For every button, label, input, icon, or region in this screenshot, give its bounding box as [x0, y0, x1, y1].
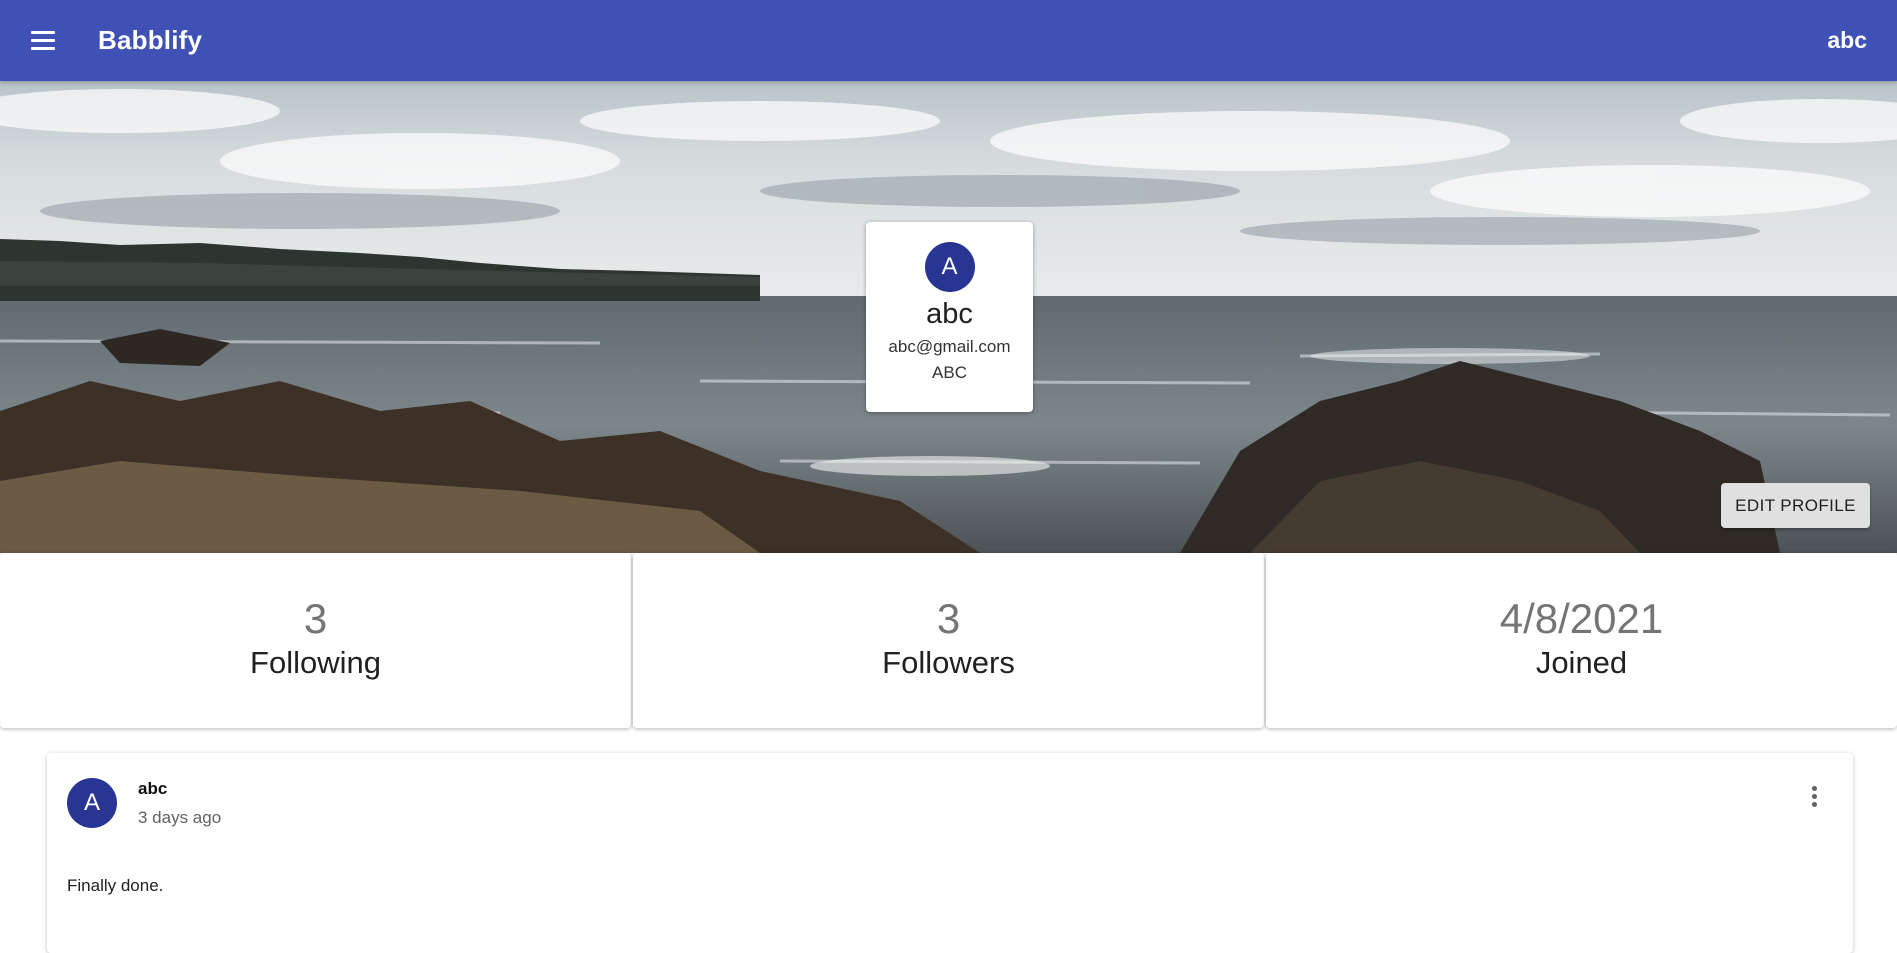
post-timestamp: 3 days ago [138, 808, 222, 827]
profile-card: A abc abc@gmail.com ABC [866, 222, 1033, 412]
account-menu-button[interactable]: abc [1827, 27, 1867, 54]
profile-stats: 3 Following 3 Followers 4/8/2021 Joined [0, 553, 1897, 728]
avatar: A [924, 242, 975, 292]
profile-handle: ABC [932, 363, 967, 382]
stat-value: 4/8/2021 [1499, 595, 1664, 642]
hamburger-menu-icon[interactable] [22, 20, 64, 62]
post-author[interactable]: abc [138, 779, 167, 799]
stat-value: 3 [936, 595, 961, 642]
edit-profile-button[interactable]: EDIT PROFILE [1721, 483, 1870, 528]
post-text: Finally done. [67, 876, 164, 895]
more-vert-icon[interactable] [1799, 781, 1829, 811]
stat-followers[interactable]: 3 Followers [633, 553, 1264, 728]
stat-value: 3 [303, 595, 328, 642]
post-card: A abc 3 days ago Finally done. [47, 753, 1853, 953]
avatar[interactable]: A [67, 778, 117, 828]
stat-label: Following [250, 645, 381, 680]
profile-name: abc [926, 298, 973, 330]
app-title[interactable]: Babblify [98, 25, 202, 56]
stat-label: Joined [1535, 645, 1628, 680]
stat-label: Followers [882, 645, 1015, 680]
app-bar: Babblify abc [0, 0, 1897, 81]
profile-email: abc@gmail.com [888, 337, 1011, 356]
stat-following[interactable]: 3 Following [0, 553, 631, 728]
stat-joined: 4/8/2021 Joined [1266, 553, 1897, 728]
